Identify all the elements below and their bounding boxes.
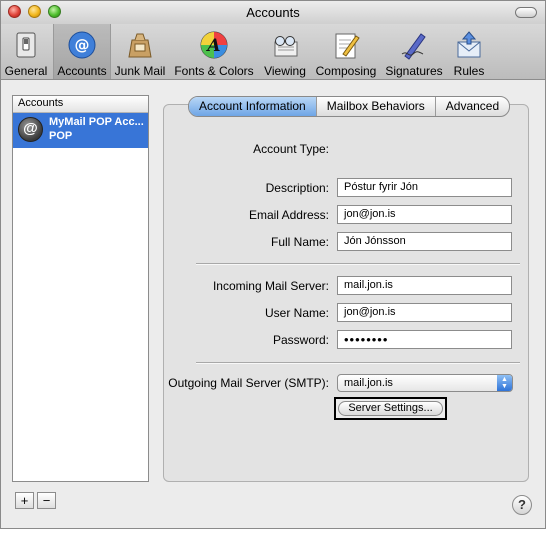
remove-account-button[interactable]: − (37, 492, 56, 509)
rules-envelope-icon (457, 31, 481, 58)
general-switch-icon (16, 32, 36, 58)
server-settings-label: Server Settings... (338, 401, 443, 416)
toolbar-general[interactable]: General (3, 24, 49, 79)
email-address-label: Email Address: (248, 208, 329, 222)
description-field[interactable]: Póstur fyrir Jón (337, 178, 512, 197)
toolbar-rules[interactable]: Rules (449, 24, 489, 79)
toolbar-label: Composing (315, 64, 377, 78)
at-sign-icon: @ (68, 31, 96, 59)
toolbar-label: Fonts & Colors (174, 64, 254, 78)
glasses-icon (274, 36, 298, 57)
smtp-label: Outgoing Mail Server (SMTP): (168, 376, 329, 390)
toolbar-composing[interactable]: Composing (313, 24, 379, 79)
add-account-button[interactable]: + (15, 492, 34, 509)
toolbar-label: Junk Mail (114, 64, 166, 78)
description-label: Description: (265, 181, 329, 195)
incoming-server-label: Incoming Mail Server: (212, 279, 329, 293)
full-name-label: Full Name: (270, 235, 329, 249)
accounts-list[interactable]: Accounts @ MyMail POP Acc... POP (12, 95, 149, 482)
select-arrows-icon: ▲ ▼ (497, 375, 512, 391)
smtp-server-value: mail.jon.is (344, 377, 393, 389)
toolbar-fonts-colors[interactable]: A Fonts & Colors (171, 24, 257, 79)
tab-advanced[interactable]: Advanced (436, 97, 509, 116)
divider (196, 263, 520, 265)
account-at-icon: @ (18, 117, 43, 142)
password-field[interactable]: •••••••• (337, 330, 512, 349)
junk-bag-icon (128, 33, 152, 58)
preferences-toolbar: General @ Accounts Junk Mail A Fonts & C… (1, 24, 545, 80)
accounts-list-header: Accounts (13, 96, 148, 113)
toolbar-junk-mail[interactable]: Junk Mail (112, 24, 168, 79)
password-label: Password: (272, 333, 329, 347)
server-settings-button[interactable]: Server Settings... (334, 397, 447, 420)
toolbar-label: General (4, 64, 48, 78)
pencil-paper-icon (335, 33, 360, 59)
smtp-server-select[interactable]: mail.jon.is ▲ ▼ (337, 374, 513, 392)
pen-signature-icon (401, 33, 426, 60)
font-palette-icon: A (200, 31, 228, 59)
divider (196, 362, 520, 364)
toolbar-label: Accounts (57, 64, 107, 78)
account-tabs: Account Information Mailbox Behaviors Ad… (188, 96, 511, 117)
svg-text:A: A (205, 36, 220, 56)
account-type: POP (49, 130, 73, 142)
toolbar-toggle-button[interactable] (515, 7, 537, 18)
tab-account-information[interactable]: Account Information (189, 97, 317, 116)
title-bar[interactable]: Accounts (1, 1, 545, 24)
full-name-field[interactable]: Jón Jónsson (337, 232, 512, 251)
preferences-window: Accounts General @ Accounts Junk Mail A … (0, 0, 546, 529)
email-address-field[interactable]: jon@jon.is (337, 205, 512, 224)
account-type-label: Account Type: (253, 142, 329, 156)
toolbar-accounts[interactable]: @ Accounts (53, 24, 111, 79)
tab-mailbox-behaviors[interactable]: Mailbox Behaviors (317, 97, 436, 116)
toolbar-label: Signatures (385, 64, 443, 78)
account-name: MyMail POP Acc... (49, 116, 144, 128)
help-button[interactable]: ? (512, 495, 532, 515)
account-row-selected[interactable]: @ MyMail POP Acc... POP (13, 113, 148, 148)
window-title: Accounts (246, 5, 300, 20)
toolbar-signatures[interactable]: Signatures (382, 24, 446, 79)
user-name-label: User Name: (264, 306, 329, 320)
incoming-server-field[interactable]: mail.jon.is (337, 276, 512, 295)
toolbar-label: Rules (453, 64, 485, 78)
toolbar-label: Viewing (264, 64, 306, 78)
toolbar-viewing[interactable]: Viewing (260, 24, 310, 79)
user-name-field[interactable]: jon@jon.is (337, 303, 512, 322)
svg-text:@: @ (75, 36, 90, 54)
